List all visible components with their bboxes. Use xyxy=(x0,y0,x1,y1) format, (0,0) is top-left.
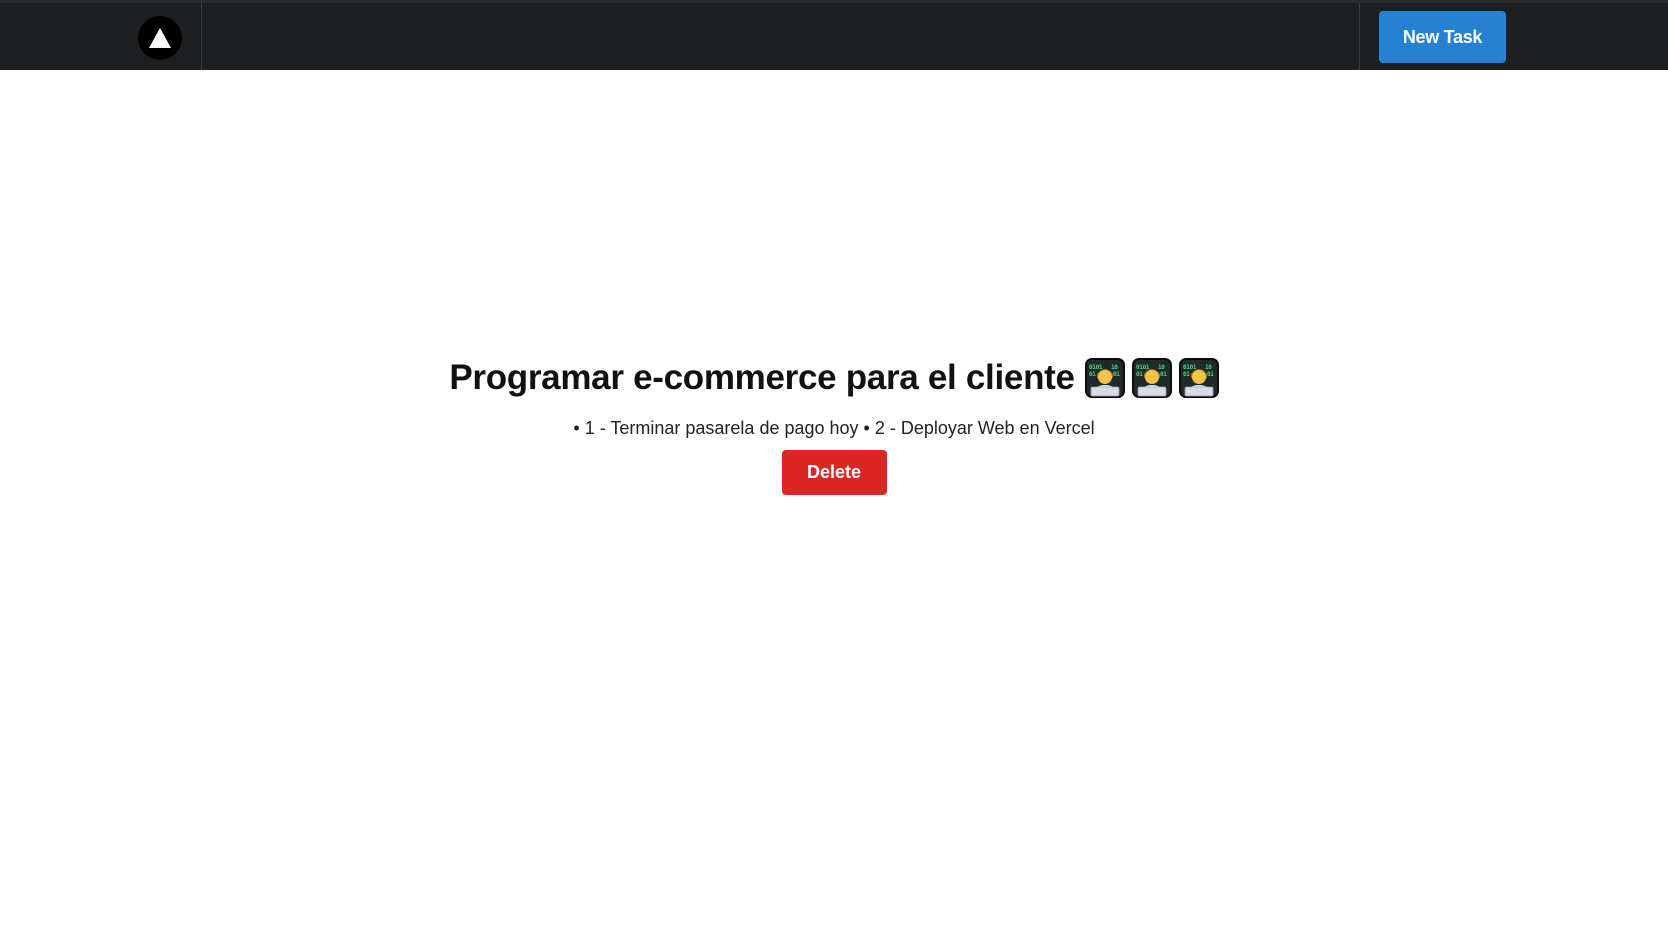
task-card: Programar e-commerce para el cliente 010… xyxy=(0,350,1668,495)
triangle-logo-icon[interactable] xyxy=(138,16,182,60)
new-task-button[interactable]: New Task xyxy=(1379,11,1506,63)
task-title: Programar e-commerce para el cliente 010… xyxy=(449,350,1219,406)
nav-divider-right xyxy=(1359,3,1360,70)
svg-text:01: 01 xyxy=(1160,371,1167,378)
svg-text:10: 10 xyxy=(1205,364,1212,371)
svg-text:0101: 0101 xyxy=(1183,364,1197,371)
svg-text:01: 01 xyxy=(1113,371,1120,378)
svg-text:01: 01 xyxy=(1089,371,1096,378)
svg-text:01: 01 xyxy=(1207,371,1214,378)
task-title-text: Programar e-commerce para el cliente xyxy=(449,358,1075,397)
task-description: • 1 - Terminar pasarela de pago hoy • 2 … xyxy=(573,418,1095,438)
svg-text:01: 01 xyxy=(1183,371,1190,378)
svg-text:10: 10 xyxy=(1158,364,1165,371)
nav-divider-left xyxy=(201,3,202,70)
svg-text:0101: 0101 xyxy=(1089,364,1103,371)
delete-button[interactable]: Delete xyxy=(781,450,887,495)
svg-text:01: 01 xyxy=(1136,371,1143,378)
navbar: New Task xyxy=(0,0,1668,70)
technologist-emoji-icon: 0101 1001 01 xyxy=(1131,358,1172,398)
svg-text:10: 10 xyxy=(1111,364,1118,371)
technologist-emoji-icon: 0101 1001 01 xyxy=(1084,358,1125,398)
technologist-emoji-icon: 0101 1001 01 xyxy=(1178,358,1219,398)
svg-text:0101: 0101 xyxy=(1136,364,1150,371)
task-title-emojis: 0101 10 01 01 0101 10 01 01 0101 10 01 01 xyxy=(1084,358,1219,398)
